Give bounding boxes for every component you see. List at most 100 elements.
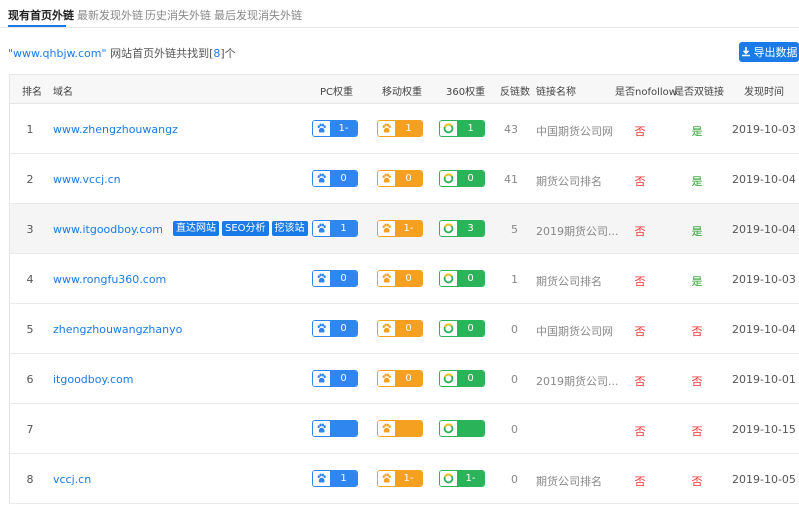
double-link-status: 是 [691,225,703,238]
pc-weight-badge [312,420,358,437]
header-pc-weight: PC权重 [320,87,354,98]
link-name: 中国期货公司网 [536,125,613,138]
backlinks-count: 0 [511,473,518,486]
360-weight-value: 0 [457,171,484,186]
domain-link[interactable]: vccj.cn [53,473,91,486]
row-tools: 直达网站 SEO分析 挖该站 [173,221,308,236]
header-link-name: 链接名称 [536,87,576,98]
baidu-paw-icon [313,271,330,286]
nofollow-status: 否 [634,475,646,488]
tab-bar: 现有首页外链 最新发现外链 历史消失外链 最后发现消失外链 [0,0,799,28]
header-rank: 排名 [22,87,42,98]
mobile-weight-badge: 0 [377,170,423,187]
export-data-button[interactable]: 导出数据 [739,42,799,62]
download-icon [741,47,750,57]
tab-newly-found-links[interactable]: 最新发现外链 [77,7,143,23]
baidu-paw-mobile-icon [378,271,395,286]
header-found-date: 发现时间 [744,87,784,98]
mobile-weight-badge: 0 [377,370,423,387]
domain-link[interactable]: www.rongfu360.com [53,273,166,286]
found-date: 2019-10-05 [732,473,796,486]
found-date: 2019-10-03 [732,123,796,136]
pc-weight-value: 1 [330,471,357,486]
rank-cell: 2 [26,173,34,186]
table-row: 2 www.vccj.cn 0 0 0 41 期货公司排名 否 是 2019-1… [10,154,799,204]
rank-cell: 6 [26,373,34,386]
double-link-status: 是 [691,175,703,188]
pc-weight-badge: 0 [312,320,358,337]
tab-current-home-links[interactable]: 现有首页外链 [8,7,74,23]
baidu-paw-mobile-icon [378,121,395,136]
table-row: 4 www.rongfu360.com 0 0 0 1 期货公司排名 否 是 2… [10,254,799,304]
double-link-status: 是 [691,125,703,138]
found-date: 2019-10-01 [732,373,796,386]
pc-weight-badge: 0 [312,370,358,387]
header-360-weight: 360权重 [446,87,486,98]
domain-link[interactable]: zhengzhouwangzhanyo [53,323,182,336]
backlinks-count: 0 [511,323,518,336]
mobile-weight-value [395,421,422,436]
rank-cell: 5 [26,323,34,336]
mobile-weight-value: 0 [395,171,422,186]
double-link-status: 否 [691,425,703,438]
nofollow-status: 否 [634,175,646,188]
baidu-paw-mobile-icon [378,321,395,336]
360-logo-icon [440,471,457,486]
table-row: 8 vccj.cn 1 1- 1- 0 期货公司排名 否 否 2019-10-0… [10,454,799,504]
pc-weight-value: 1- [330,121,357,136]
baidu-paw-mobile-icon [378,371,395,386]
360-weight-value: 1- [457,471,484,486]
mobile-weight-value: 0 [395,321,422,336]
mobile-weight-badge [377,420,423,437]
found-date: 2019-10-15 [732,423,796,436]
rank-cell: 1 [26,123,34,136]
360-weight-value [457,421,484,436]
360-logo-icon [440,271,457,286]
rank-cell: 8 [26,473,34,486]
found-date: 2019-10-04 [732,223,796,236]
domain-link[interactable]: www.vccj.cn [53,173,121,186]
backlinks-count: 1 [511,273,518,286]
backlinks-count: 5 [511,223,518,236]
found-date: 2019-10-03 [732,273,796,286]
domain-link[interactable]: www.itgoodboy.com [53,223,163,236]
360-weight-badge: 1- [439,470,485,487]
360-weight-badge [439,420,485,437]
baidu-paw-mobile-icon [378,171,395,186]
baidu-paw-icon [313,471,330,486]
baidu-paw-icon [313,221,330,236]
summary-text-after: ]个 [220,47,236,60]
backlinks-count: 0 [511,373,518,386]
summary-text-before: 网站首页外链共找到[ [106,47,214,60]
mobile-weight-badge: 1 [377,120,423,137]
360-weight-badge: 0 [439,320,485,337]
pc-weight-value [330,421,357,436]
mobile-weight-badge: 0 [377,320,423,337]
360-logo-icon [440,221,457,236]
mine-site-button[interactable]: 挖该站 [271,221,308,236]
rank-cell: 7 [26,423,34,436]
pc-weight-badge: 0 [312,170,358,187]
double-link-status: 否 [691,475,703,488]
360-logo-icon [440,321,457,336]
double-link-status: 是 [691,275,703,288]
found-date: 2019-10-04 [732,323,796,336]
header-domain: 域名 [53,87,73,98]
baidu-paw-mobile-icon [378,421,395,436]
mobile-weight-value: 0 [395,271,422,286]
domain-link[interactable]: www.zhengzhouwangz [53,123,178,136]
tab-historical-lost-links[interactable]: 历史消失外链 [145,7,211,23]
360-weight-value: 0 [457,321,484,336]
seo-analysis-button[interactable]: SEO分析 [222,221,269,236]
table-row: 5 zhengzhouwangzhanyo 0 0 0 0 中国期货公司网 否 … [10,304,799,354]
link-name: 期货公司排名 [536,175,602,188]
360-weight-badge: 0 [439,170,485,187]
mobile-weight-badge: 1- [377,220,423,237]
domain-link[interactable]: itgoodboy.com [53,373,133,386]
link-name: 中国期货公司网 [536,325,613,338]
360-logo-icon [440,371,457,386]
link-name: 2019期货公司... [536,375,619,388]
table-row: 7 0 否 否 2019-10-15 [10,404,799,454]
visit-site-button[interactable]: 直达网站 [173,221,219,236]
tab-last-found-lost-links[interactable]: 最后发现消失外链 [214,7,302,23]
